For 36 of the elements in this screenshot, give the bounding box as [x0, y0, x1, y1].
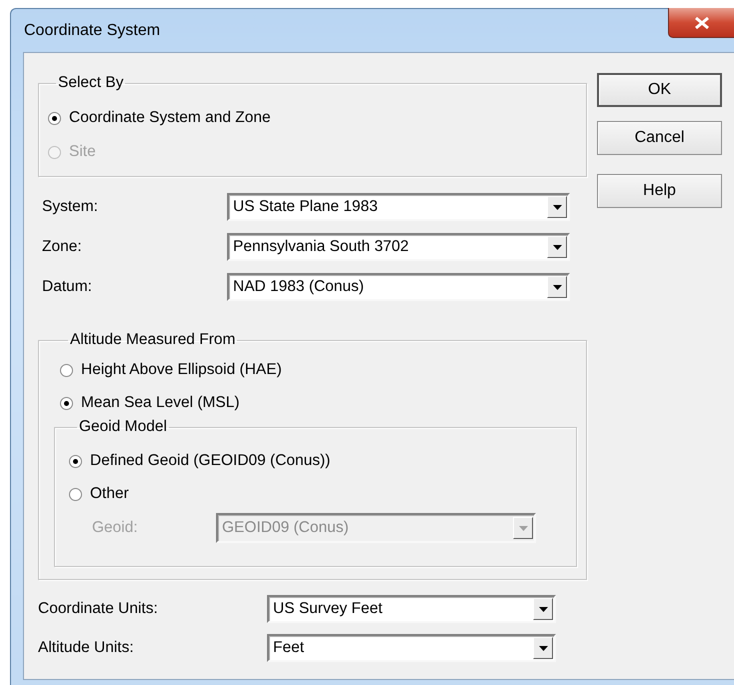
dialog-button[interactable]: OK — [597, 73, 722, 107]
dropdown[interactable]: NAD 1983 (Conus) — [227, 273, 570, 301]
caret-icon — [538, 646, 548, 650]
dialog-button[interactable]: Cancel — [597, 121, 722, 155]
caret-icon — [552, 204, 562, 210]
caret-icon — [518, 526, 528, 530]
dropdown[interactable]: Pennsylvania South 3702 — [227, 233, 570, 261]
radio-button[interactable] — [69, 488, 82, 500]
field-label: System: — [42, 198, 99, 216]
radio-button[interactable] — [60, 396, 73, 410]
close-button[interactable] — [668, 8, 734, 38]
dropdown[interactable]: US State Plane 1983 — [227, 193, 570, 221]
field-label: Geoid: — [92, 519, 139, 537]
radio-label[interactable]: Other — [90, 485, 129, 503]
radio-label[interactable]: Defined Geoid (GEOID09 (Conus)) — [90, 452, 330, 470]
radio-button[interactable] — [60, 364, 73, 376]
group-title: Geoid Model — [78, 419, 168, 435]
radio-label[interactable]: Coordinate System and Zone — [69, 109, 271, 127]
field-label: Datum: — [42, 278, 93, 296]
radio-label[interactable]: Height Above Ellipsoid (HAE) — [81, 361, 282, 379]
dialog-button[interactable]: Help — [597, 174, 722, 208]
caret-icon — [552, 244, 562, 250]
radio-button[interactable] — [69, 454, 82, 468]
radio-label[interactable]: Mean Sea Level (MSL) — [81, 394, 240, 412]
close-icon — [694, 16, 708, 28]
radio-button[interactable] — [48, 112, 61, 124]
field-label: Coordinate Units: — [38, 600, 159, 618]
dropdown[interactable]: Feet — [267, 634, 556, 662]
field-label: Altitude Units: — [38, 639, 135, 657]
window-title: Coordinate System — [24, 22, 160, 40]
caret-icon — [538, 606, 548, 612]
group-title: Select By — [57, 75, 124, 91]
group-title: Altitude Measured From — [69, 332, 236, 348]
caret-icon — [552, 284, 562, 290]
dropdown[interactable]: US Survey Feet — [267, 595, 556, 623]
field-label: Zone: — [42, 238, 83, 256]
